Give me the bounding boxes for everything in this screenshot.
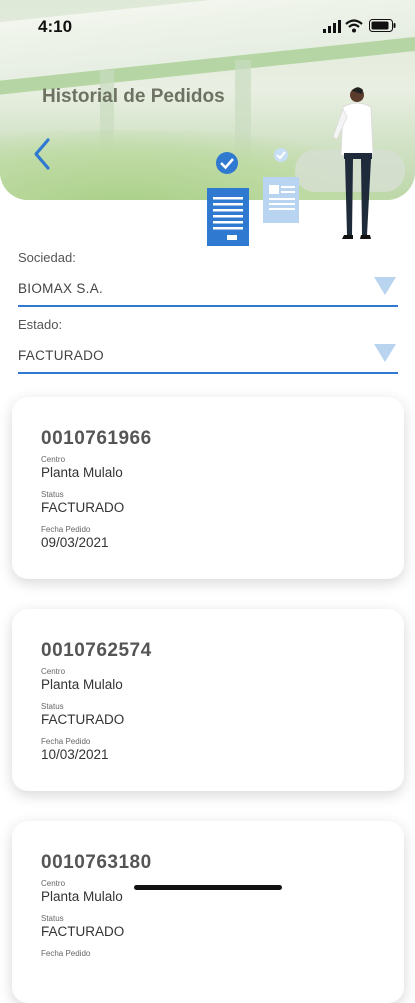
centro-label: Centro: [41, 667, 66, 676]
status-value: FACTURADO: [41, 500, 125, 515]
status-label: Status: [41, 702, 64, 711]
fecha-label: Fecha Pedido: [41, 949, 91, 958]
estado-label: Estado:: [18, 317, 63, 332]
order-number: 0010762574: [41, 640, 152, 661]
centro-label: Centro: [41, 879, 66, 888]
dropdown-arrow-icon[interactable]: [374, 344, 396, 362]
wifi-icon: [345, 19, 363, 33]
status-label: Status: [41, 490, 64, 499]
order-card[interactable]: 0010762574 Centro Planta Mulalo Status F…: [12, 609, 404, 791]
sociedad-value: BIOMAX S.A.: [18, 281, 104, 296]
fecha-label: Fecha Pedido: [41, 525, 91, 534]
centro-value: Planta Mulalo: [41, 889, 123, 904]
status-value: FACTURADO: [41, 924, 125, 939]
order-card[interactable]: 0010763180 Centro Planta Mulalo Status F…: [12, 821, 404, 1003]
centro-value: Planta Mulalo: [41, 465, 123, 480]
dropdown-arrow-icon[interactable]: [374, 277, 396, 295]
estado-select[interactable]: FACTURADO: [18, 342, 398, 374]
signal-icon: [323, 20, 341, 33]
sociedad-select[interactable]: BIOMAX S.A.: [18, 275, 398, 307]
centro-value: Planta Mulalo: [41, 677, 123, 692]
battery-icon: [369, 19, 396, 32]
back-arrow-icon[interactable]: [28, 136, 58, 172]
documents-illustration: [207, 87, 374, 246]
order-number: 0010761966: [41, 428, 152, 449]
status-bar: 4:10: [0, 0, 415, 50]
fecha-value: 10/03/2021: [41, 747, 109, 762]
order-card[interactable]: 0010761966 Centro Planta Mulalo Status F…: [12, 397, 404, 579]
sociedad-label: Sociedad:: [18, 250, 76, 265]
centro-label: Centro: [41, 455, 66, 464]
estado-value: FACTURADO: [18, 348, 104, 363]
home-indicator[interactable]: [134, 885, 282, 890]
status-value: FACTURADO: [41, 712, 125, 727]
status-label: Status: [41, 914, 64, 923]
order-number: 0010763180: [41, 852, 152, 873]
status-time: 4:10: [38, 17, 73, 36]
fecha-label: Fecha Pedido: [41, 737, 91, 746]
fecha-value: 09/03/2021: [41, 535, 109, 550]
